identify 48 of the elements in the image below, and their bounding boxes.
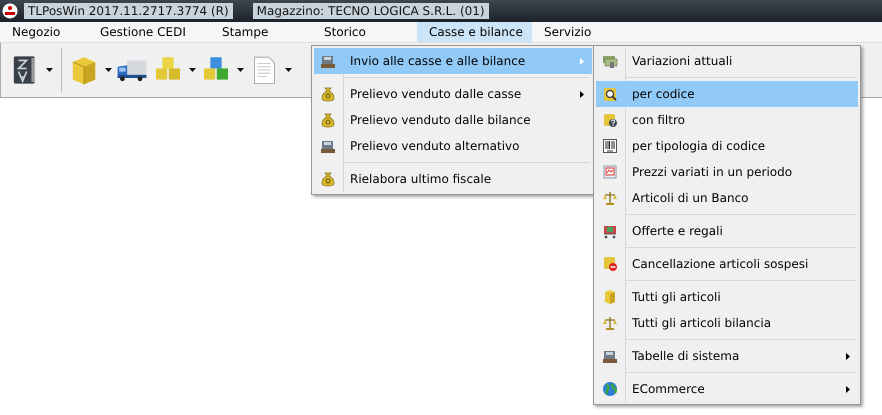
question-box-icon	[602, 112, 618, 128]
menu-item[interactable]: per tipologia di codice	[596, 133, 858, 159]
money-bag-icon	[320, 112, 336, 128]
picture-icon	[602, 164, 618, 180]
menu-item[interactable]: Invio alle casse e alle bilance	[314, 48, 592, 74]
dropdown-arrow-icon[interactable]	[285, 68, 292, 72]
menu-item[interactable]: Tutti gli articoli bilancia	[596, 310, 858, 336]
dropdown-arrow-icon[interactable]	[237, 68, 244, 72]
menu-bar-item[interactable]: Servizio	[532, 22, 604, 42]
menu-item[interactable]: Articoli di un Banco	[596, 185, 858, 211]
menu-item[interactable]: ECommerce	[596, 376, 858, 402]
banknotes-icon	[602, 53, 618, 69]
menu-item[interactable]: Variazioni attuali	[596, 48, 858, 74]
menu-item[interactable]: Rielabora ultimo fiscale	[314, 166, 592, 192]
menu-item[interactable]: Prelievo venduto alternativo	[314, 133, 592, 159]
menu-bar-item[interactable]: Casse e bilance	[417, 22, 532, 42]
menu-item[interactable]: Prezzi variati in un periodo	[596, 159, 858, 185]
window-title: TLPosWin 2017.11.2717.3774 (R)	[24, 3, 233, 19]
cash-register-icon	[320, 53, 336, 69]
menu-item[interactable]: Tutti gli articoli	[596, 284, 858, 310]
scale-icon	[602, 315, 618, 331]
cash-register-icon	[602, 348, 618, 364]
forbidden-box-icon	[602, 256, 618, 272]
app-icon	[2, 3, 18, 19]
money-bag-icon	[320, 86, 336, 102]
menu-bar-item[interactable]: Stampe	[210, 22, 312, 42]
cart-icon	[602, 223, 618, 239]
menu-item[interactable]: Prelievo venduto dalle bilance	[314, 107, 592, 133]
scale-icon	[602, 190, 618, 206]
window-subtitle: Magazzino: TECNO LOGICA S.R.L. (01)	[252, 3, 489, 19]
menu-item[interactable]: per codice	[596, 81, 858, 107]
menu-item[interactable]: Cancellazione articoli sospesi	[596, 251, 858, 277]
globe-icon	[602, 381, 618, 397]
menu-bar-item[interactable]: Storico	[312, 22, 417, 42]
magnifier-box-icon	[602, 86, 618, 102]
menu-bar-item[interactable]: Negozio	[0, 22, 88, 42]
menu-item[interactable]: Tabelle di sistema	[596, 343, 858, 369]
menu-item[interactable]: Offerte e regali	[596, 218, 858, 244]
barcode-icon	[602, 138, 618, 154]
menu-item[interactable]: con filtro	[596, 107, 858, 133]
cash-register-icon	[320, 138, 336, 154]
dropdown-arrow-icon[interactable]	[105, 68, 112, 72]
menu-item[interactable]: Prelievo venduto dalle casse	[314, 81, 592, 107]
dropdown-arrow-icon[interactable]	[189, 68, 196, 72]
box-icon	[602, 289, 618, 305]
menu-bar-item[interactable]: Gestione CEDI	[88, 22, 210, 42]
dropdown-arrow-icon[interactable]	[46, 68, 53, 72]
money-bag-icon	[320, 171, 336, 187]
